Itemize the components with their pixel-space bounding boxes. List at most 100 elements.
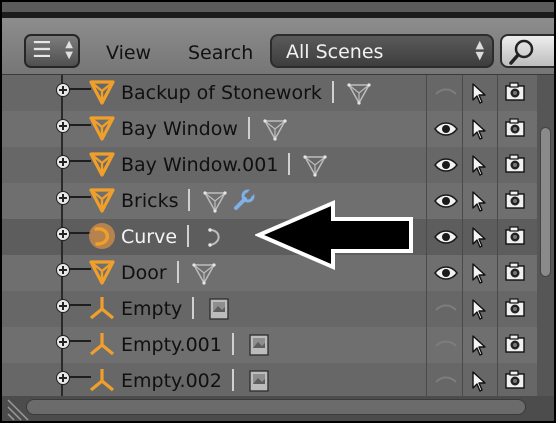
separator [288,153,291,175]
empty-object-icon [89,297,115,320]
image-data-icon [249,334,269,356]
separator [231,333,234,355]
vertical-scrollbar[interactable] [537,75,554,396]
render-camera-icon[interactable] [504,369,526,391]
object-name[interactable]: Bay Window [121,117,238,141]
render-camera-icon[interactable] [504,189,526,211]
mesh-object-icon [89,188,115,213]
search-menu[interactable]: Search [188,41,253,65]
mesh-data-icon [192,263,216,285]
empty-object-icon [89,333,115,356]
expand-toggle-icon[interactable] [56,227,70,241]
outliner-row[interactable]: Bay Window [2,111,537,147]
expand-toggle-icon[interactable] [56,83,70,97]
selectable-cursor-icon[interactable] [471,82,487,104]
render-camera-icon[interactable] [504,333,526,355]
column-divider [497,75,498,396]
outliner-row[interactable]: Empty [2,291,537,327]
object-name[interactable]: Door [121,261,167,285]
curve-object-icon [89,223,115,249]
expand-toggle-icon[interactable] [56,155,70,169]
mesh-data-icon [347,83,371,105]
mesh-object-icon [89,152,115,177]
expand-toggle-icon[interactable] [56,335,70,349]
eye-icon[interactable] [433,120,459,138]
object-name[interactable]: Bay Window.001 [121,153,278,177]
outliner-row[interactable]: Bay Window.001 [2,147,537,183]
column-divider [462,75,463,396]
outliner-row[interactable]: Empty.002 [2,363,537,399]
expand-toggle-icon[interactable] [56,191,70,205]
eye-icon[interactable] [433,336,459,354]
mesh-object-icon [89,260,115,285]
selectable-cursor-icon[interactable] [471,190,487,212]
object-name[interactable]: Bricks [121,189,178,213]
eye-icon[interactable] [433,192,459,210]
outliner-row[interactable]: Backup of Stonework [2,75,537,111]
horizontal-scroll-thumb[interactable] [26,399,526,415]
column-divider [426,75,427,396]
eye-icon[interactable] [433,300,459,318]
search-button[interactable] [500,34,554,68]
separator [331,81,334,103]
mesh-data-icon [263,119,287,141]
render-camera-icon[interactable] [504,225,526,247]
magnifier-icon [509,39,534,65]
outliner-window: ☰ ▲ ▼ View Search All Scenes ▲ ▼ Backup of… [0,0,556,423]
separator [192,297,195,319]
selectable-cursor-icon[interactable] [471,298,487,320]
resize-corner-icon[interactable] [6,398,30,422]
render-camera-icon[interactable] [504,117,526,139]
render-camera-icon[interactable] [504,153,526,175]
updown-arrows-icon: ▲ ▼ [65,39,73,61]
vertical-scroll-thumb[interactable] [540,127,551,277]
view-menu[interactable]: View [106,41,151,65]
selectable-cursor-icon[interactable] [471,262,487,284]
mesh-data-icon [203,191,228,213]
render-camera-icon[interactable] [504,261,526,283]
black-arrow-pointing-left [255,199,413,271]
selectable-cursor-icon[interactable] [471,370,487,392]
separator [187,225,190,247]
mesh-object-icon [89,80,115,105]
wrench-icon[interactable] [232,188,256,212]
separator [188,189,191,211]
object-name[interactable]: Empty.001 [121,333,222,357]
expand-toggle-icon[interactable] [56,299,70,313]
eye-icon[interactable] [433,372,459,390]
object-name[interactable]: Empty [121,297,182,321]
expand-toggle-icon[interactable] [56,263,70,277]
render-camera-icon[interactable] [504,297,526,319]
outliner-icon: ☰ [32,38,52,63]
expand-toggle-icon[interactable] [56,371,70,385]
render-camera-icon[interactable] [504,81,526,103]
selectable-cursor-icon[interactable] [471,154,487,176]
separator [247,117,250,139]
separator [176,261,179,283]
mesh-object-icon [89,116,115,141]
editor-type-button[interactable]: ☰ ▲ ▼ [24,34,80,68]
display-mode-value: All Scenes [286,41,384,63]
selectable-cursor-icon[interactable] [471,226,487,248]
selectable-cursor-icon[interactable] [471,334,487,356]
display-mode-select[interactable]: All Scenes ▲ ▼ [270,34,494,68]
empty-object-icon [89,369,115,392]
outliner-row[interactable]: Empty.001 [2,327,537,363]
object-name[interactable]: Curve [121,225,177,249]
object-name[interactable]: Empty.002 [121,369,222,393]
curve-data-icon [208,228,220,247]
separator [231,369,234,391]
horizontal-scrollbar[interactable] [2,396,554,421]
outliner-header: ☰ ▲ ▼ View Search All Scenes ▲ ▼ [2,18,554,75]
updown-arrows-icon: ▲ ▼ [475,38,484,62]
object-name[interactable]: Backup of Stonework [121,81,322,105]
image-data-icon [209,298,229,320]
eye-icon[interactable] [433,84,459,102]
eye-icon[interactable] [433,264,459,282]
eye-icon[interactable] [433,156,459,174]
expand-toggle-icon[interactable] [56,119,70,133]
image-data-icon [249,370,269,392]
eye-icon[interactable] [433,228,459,246]
selectable-cursor-icon[interactable] [471,118,487,140]
mesh-data-icon [303,155,328,177]
